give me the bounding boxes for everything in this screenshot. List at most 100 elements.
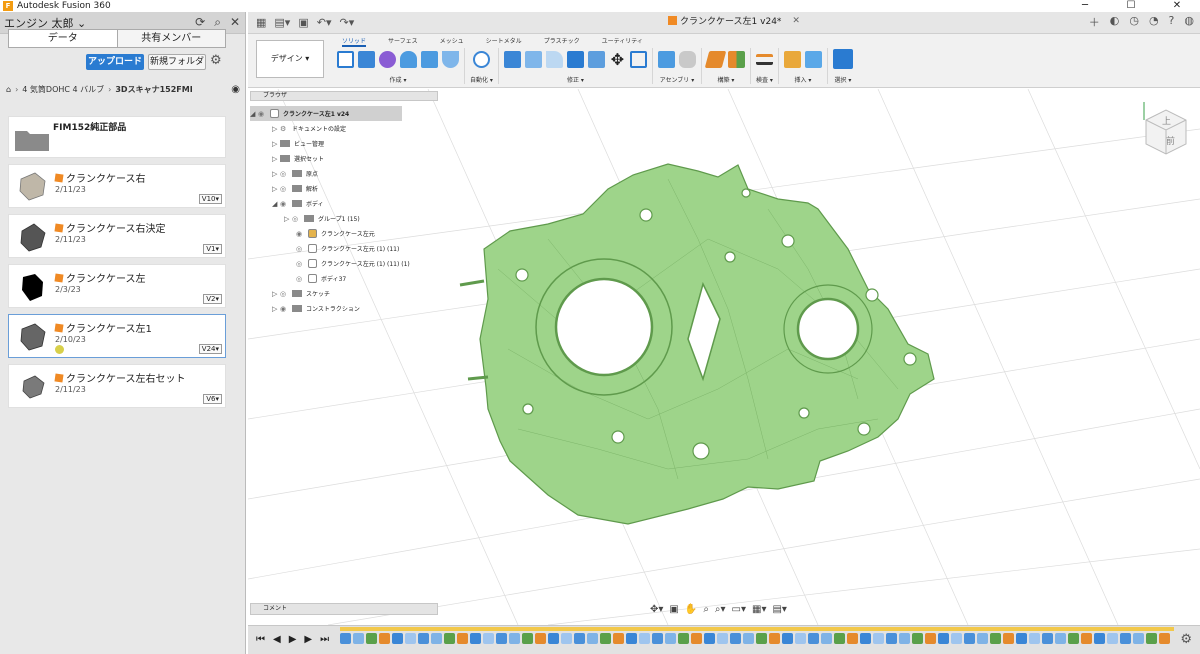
orbit-icon[interactable]: ✥▾ (650, 604, 663, 615)
viewports-icon[interactable]: ▤▾ (772, 604, 786, 615)
shell-icon[interactable] (442, 50, 459, 68)
timeline-feature-icon[interactable] (1055, 633, 1066, 644)
hole-icon[interactable] (421, 50, 438, 68)
viewcube-top-label[interactable]: 上 (1162, 116, 1171, 127)
timeline-feature-icon[interactable] (600, 633, 611, 644)
refresh-icon[interactable]: ⟳ (195, 15, 205, 30)
move-icon[interactable]: ✥ (609, 51, 626, 68)
timeline-feature-icon[interactable] (431, 633, 442, 644)
timeline-feature-icon[interactable] (1016, 633, 1027, 644)
zoom-icon[interactable]: ⌕▾ (715, 604, 726, 615)
expand-icon[interactable]: ▷ (272, 305, 280, 313)
go-to-start-icon[interactable]: ⏮ (256, 634, 265, 645)
tree-item[interactable]: ▷ ◎ グループ1 (15) (250, 211, 438, 226)
tree-item[interactable]: ◎ クランクケース左元 (1) (11) (1) (250, 256, 438, 271)
group-label[interactable]: 作成 ▾ (390, 75, 407, 84)
timeline-feature-icon[interactable] (977, 633, 988, 644)
timeline-feature-icon[interactable] (769, 633, 780, 644)
grid-settings-icon[interactable]: ▦▾ (752, 604, 766, 615)
timeline-feature-icon[interactable] (847, 633, 858, 644)
undo-icon[interactable]: ↶▾ (317, 16, 332, 29)
select-icon[interactable] (832, 49, 853, 69)
file-menu-icon[interactable]: ▤▾ (274, 16, 290, 29)
step-back-icon[interactable]: ◀ (273, 634, 281, 645)
revolve-icon[interactable] (400, 50, 417, 68)
go-to-end-icon[interactable]: ⏭ (320, 634, 329, 645)
visibility-eye-icon[interactable]: ◉ (296, 230, 308, 238)
tree-item[interactable]: ▷ 選択セット (250, 151, 438, 166)
file-item[interactable]: クランクケース左右セット 2/11/23 V6▾ (8, 364, 226, 408)
split-body-icon[interactable] (587, 50, 605, 68)
home-icon[interactable]: ⌂ (6, 85, 11, 94)
tab-data[interactable]: データ (9, 30, 118, 47)
timeline-feature-icon[interactable] (886, 633, 897, 644)
close-button[interactable]: ✕ (1154, 0, 1200, 12)
timeline-feature-icon[interactable] (951, 633, 962, 644)
tab-solid[interactable]: ソリッド (342, 36, 367, 47)
timeline-feature-icon[interactable] (1094, 633, 1105, 644)
timeline-feature-icon[interactable] (379, 633, 390, 644)
timeline-feature-icon[interactable] (561, 633, 572, 644)
group-label[interactable]: アセンブリ ▾ (660, 75, 695, 84)
view-cube[interactable]: 上 前 (1142, 98, 1188, 160)
display-settings-icon[interactable]: ▭▾ (732, 604, 746, 615)
tree-item[interactable]: ▷ ◎ 原点 (250, 166, 438, 181)
fillet-icon[interactable] (524, 50, 542, 68)
combine-icon[interactable] (566, 50, 584, 68)
tree-item[interactable]: ▷ ⚙ ドキュメントの設定 (250, 121, 438, 136)
file-item[interactable]: クランクケース左 2/3/23 V2▾ (8, 264, 226, 308)
visibility-eye-icon[interactable]: ◎ (292, 215, 304, 223)
group-label[interactable]: 修正 ▾ (567, 75, 584, 84)
press-pull-icon[interactable] (503, 50, 521, 68)
form-icon[interactable] (379, 50, 396, 68)
tab-shared-members[interactable]: 共有メンバー (118, 30, 226, 47)
tab-sheet-metal[interactable]: シートメタル (486, 36, 522, 47)
timeline-feature-icon[interactable] (353, 633, 364, 644)
tree-item[interactable]: ▷ ◎ 解析 (250, 181, 438, 196)
redo-icon[interactable]: ↷▾ (339, 16, 354, 29)
timeline-feature-icon[interactable] (626, 633, 637, 644)
close-panel-icon[interactable]: ✕ (230, 15, 240, 30)
timeline-feature-icon[interactable] (470, 633, 481, 644)
visibility-eye-icon[interactable]: ◎ (280, 170, 292, 178)
extensions-icon[interactable]: ◐ (1110, 14, 1120, 30)
timeline-feature-icon[interactable] (366, 633, 377, 644)
version-badge[interactable]: V6▾ (203, 394, 222, 404)
version-badge[interactable]: V10▾ (198, 194, 222, 204)
help-icon[interactable]: ? (1169, 14, 1175, 30)
timeline-feature-icon[interactable] (444, 633, 455, 644)
visibility-eye-icon[interactable]: ◉ (280, 200, 292, 208)
tree-item[interactable]: ◉ クランクケース左元 (250, 226, 438, 241)
tree-item[interactable]: ◎ クランクケース左元 (1) (11) (250, 241, 438, 256)
timeline-feature-icon[interactable] (678, 633, 689, 644)
globe-icon[interactable]: ◉ (231, 84, 240, 95)
joint-icon[interactable] (678, 50, 696, 68)
timeline-feature-icon[interactable] (496, 633, 507, 644)
group-label[interactable]: 構築 ▾ (717, 75, 734, 84)
timeline-feature-icon[interactable] (340, 633, 351, 644)
timeline-feature-icon[interactable] (665, 633, 676, 644)
timeline-feature-icon[interactable] (743, 633, 754, 644)
search-icon[interactable]: ⌕ (214, 15, 221, 30)
viewcube-front-label[interactable]: 前 (1166, 135, 1175, 147)
timeline-feature-icon[interactable] (899, 633, 910, 644)
timeline-feature-icon[interactable] (1107, 633, 1118, 644)
timeline-feature-icon[interactable] (535, 633, 546, 644)
timeline-feature-icon[interactable] (1081, 633, 1092, 644)
timeline-marker-bar[interactable] (340, 627, 1174, 631)
expand-icon[interactable]: ▷ (272, 155, 280, 163)
expand-icon[interactable]: ▷ (272, 185, 280, 193)
timeline-feature-icon[interactable] (808, 633, 819, 644)
upload-button[interactable]: アップロード (86, 54, 144, 70)
tree-item[interactable]: ◢ ◉ ボディ (250, 196, 438, 211)
tab-surface[interactable]: サーフェス (388, 36, 418, 47)
timeline-feature-icon[interactable] (522, 633, 533, 644)
collapse-icon[interactable]: ◢ (272, 200, 280, 208)
expand-icon[interactable]: ▷ (272, 170, 280, 178)
file-item[interactable]: クランクケース右決定 2/11/23 V1▾ (8, 214, 226, 258)
timeline-feature-icon[interactable] (990, 633, 1001, 644)
document-tab[interactable]: クランクケース左1 v24* ✕ (668, 14, 800, 27)
expand-icon[interactable]: ▷ (272, 290, 280, 298)
timeline-feature-icon[interactable] (392, 633, 403, 644)
timeline-feature-icon[interactable] (509, 633, 520, 644)
